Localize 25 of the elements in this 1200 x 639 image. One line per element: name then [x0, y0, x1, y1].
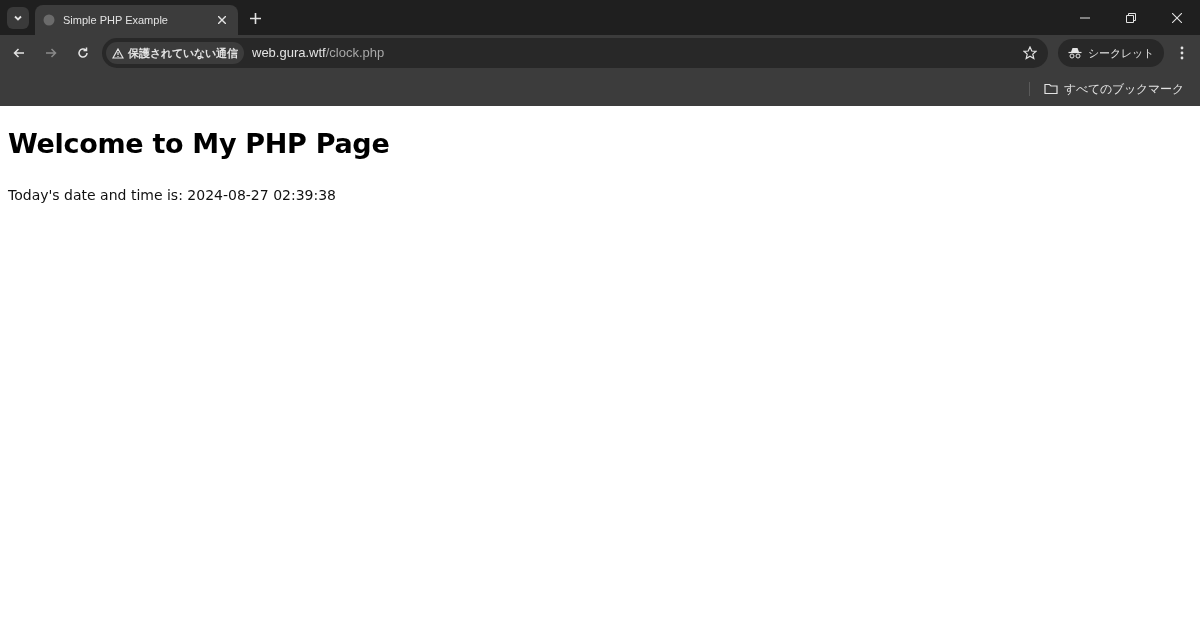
all-bookmarks-button[interactable]: すべてのブックマーク	[1038, 75, 1190, 102]
security-chip[interactable]: 保護されていない通信	[106, 42, 244, 64]
incognito-icon	[1068, 47, 1082, 59]
warning-icon	[112, 47, 124, 59]
tab-search-button[interactable]	[7, 7, 29, 29]
menu-icon	[1180, 46, 1184, 60]
security-label: 保護されていない通信	[128, 45, 238, 62]
restore-icon	[1126, 12, 1136, 23]
page-heading: Welcome to My PHP Page	[8, 127, 391, 161]
minimize-icon	[1080, 16, 1090, 19]
close-icon	[1172, 12, 1182, 23]
url-text: web.gura.wtf/clock.php	[252, 44, 385, 63]
address-bar[interactable]: 保護されていない通信 web.gura.wtf/clock.php	[102, 38, 1048, 68]
browser-tab[interactable]: Simple PHP Example	[35, 5, 238, 35]
tab-title: Simple PHP Example	[63, 12, 169, 28]
page-paragraph: Today's date and time is: 2024-08-27 02:39:38	[8, 185, 337, 205]
folder-icon	[1044, 82, 1058, 95]
chevron-down-icon	[13, 13, 23, 23]
forward-arrow-icon	[45, 47, 57, 59]
back-arrow-icon	[13, 47, 25, 59]
close-icon	[218, 16, 226, 24]
plus-icon	[249, 12, 261, 24]
reload-icon	[77, 47, 89, 59]
star-icon	[1023, 46, 1037, 60]
incognito-chip[interactable]: シークレット	[1058, 39, 1164, 67]
